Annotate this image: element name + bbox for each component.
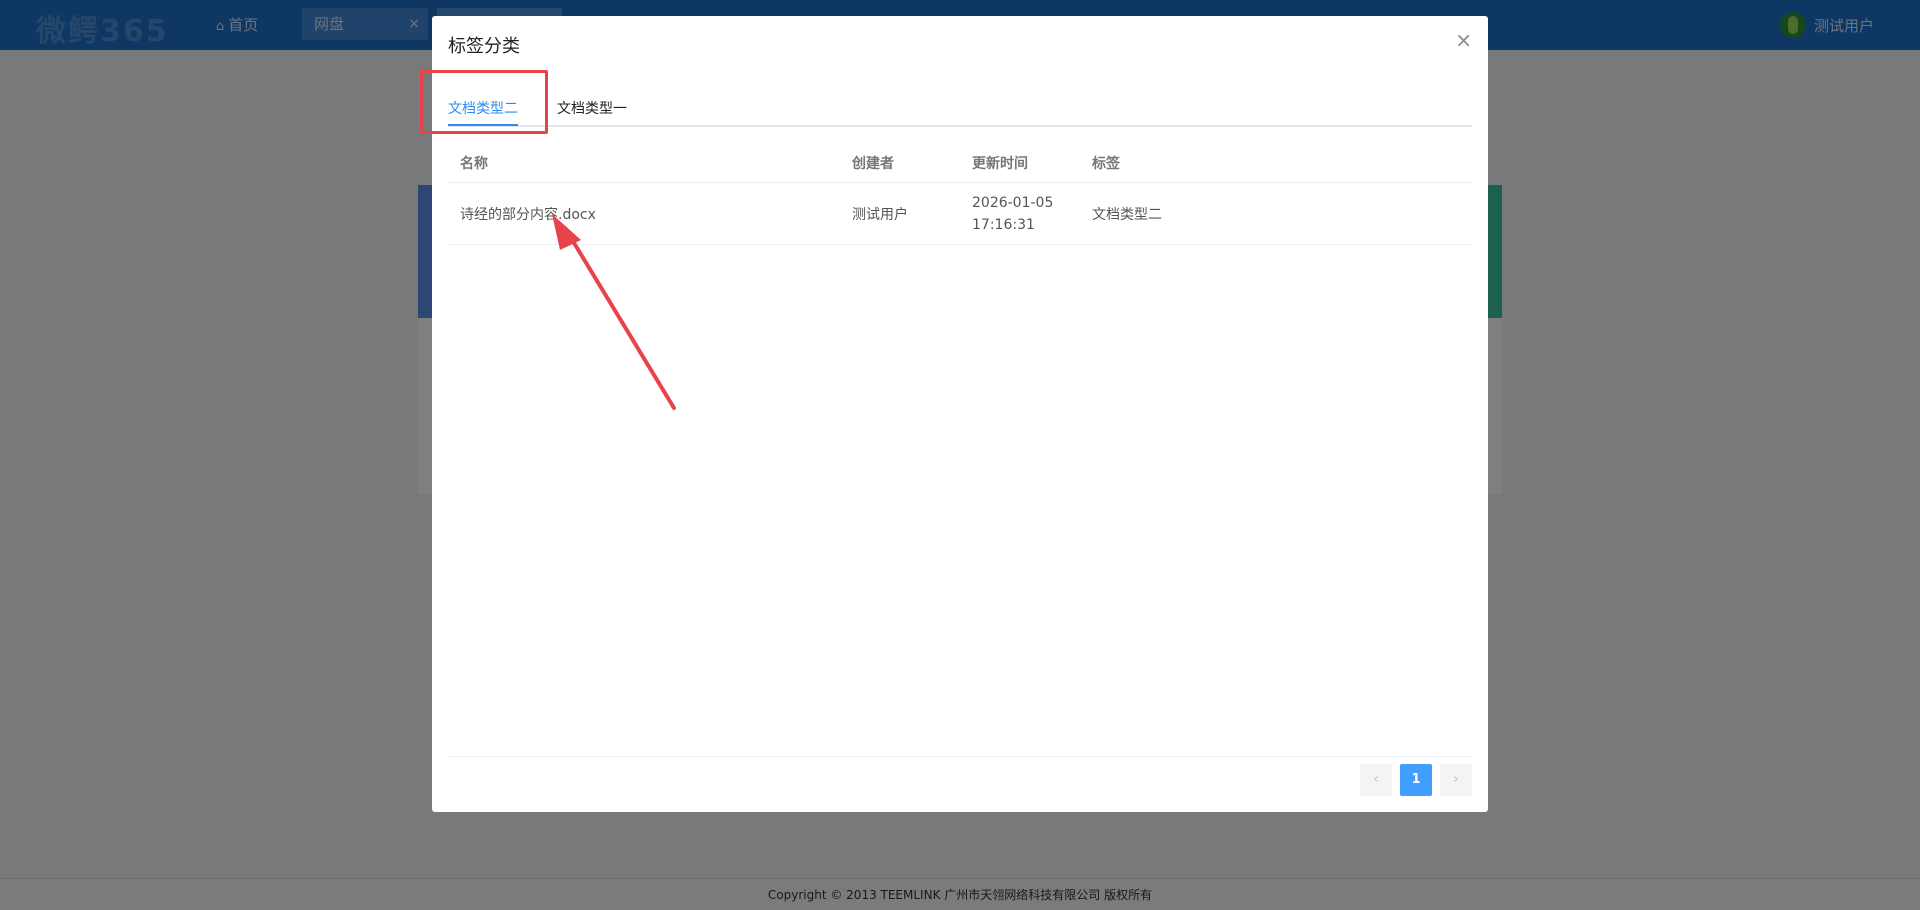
row-tag: 文档类型二 [1092,207,1162,223]
header-updated-time[interactable]: 更新时间 [972,153,1028,173]
tag-tabs: 文档类型二 文档类型一 [448,80,1472,127]
row-creator: 测试用户 [852,207,908,223]
table-row[interactable]: 诗经的部分内容.docx 测试用户 2026-01-05 17:16:31 文档… [448,183,1472,245]
row-time: 17:16:31 [972,217,1035,233]
dialog-title: 标签分类 [448,36,520,57]
next-page-button[interactable]: › [1440,764,1472,796]
row-file-name[interactable]: 诗经的部分内容.docx [460,204,596,224]
pagination: ‹ 1 › [1360,764,1472,796]
row-date: 2026-01-05 [972,195,1054,211]
row-updated-time: 2026-01-05 17:16:31 [972,192,1053,236]
tag-category-dialog: 标签分类 × 文档类型二 文档类型一 名称 创建者 更新时间 标签 诗经的部分内… [432,16,1488,812]
table-bottom-divider [448,756,1472,757]
tab-doc-type-1[interactable]: 文档类型一 [557,98,627,118]
close-icon[interactable]: × [1455,28,1472,52]
annotation-highlight-box [420,70,548,134]
header-tag[interactable]: 标签 [1092,153,1120,173]
header-creator[interactable]: 创建者 [852,153,894,173]
prev-page-button[interactable]: ‹ [1360,764,1392,796]
page-1-button[interactable]: 1 [1400,764,1432,796]
table-header: 名称 创建者 更新时间 标签 [448,143,1472,183]
header-name[interactable]: 名称 [460,153,488,173]
